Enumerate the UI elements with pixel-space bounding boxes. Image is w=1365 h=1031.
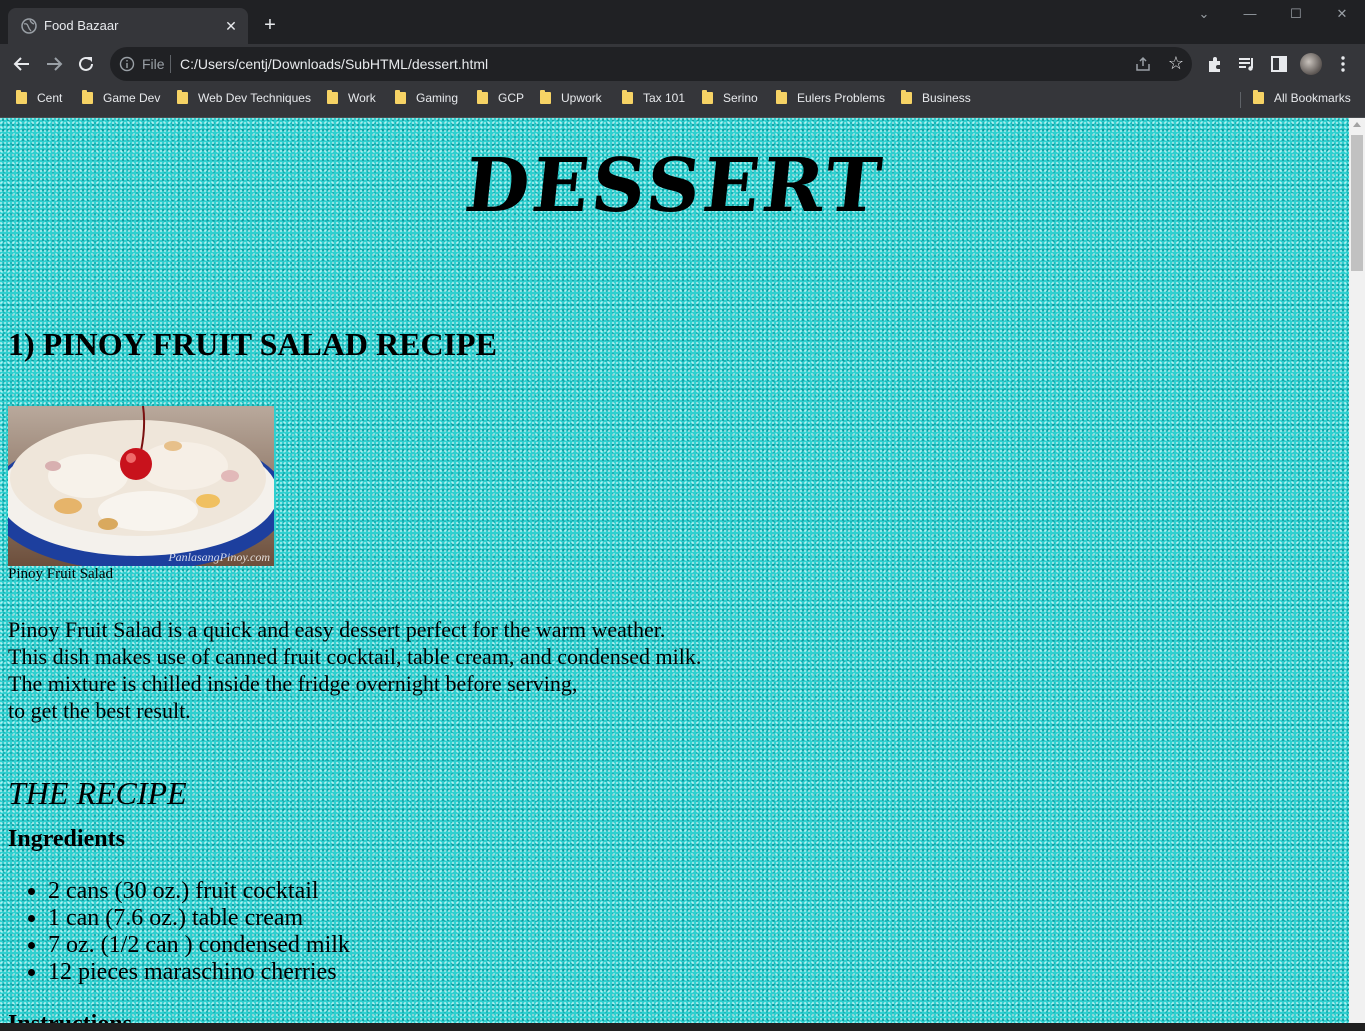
bookmark-eulers-problems[interactable]: Eulers Problems xyxy=(776,90,886,109)
recipe-figure: PanlasangPinoy.com Pinoy Fruit Salad xyxy=(8,406,274,582)
scroll-thumb[interactable] xyxy=(1351,135,1363,271)
bookmark-label: Business xyxy=(922,91,971,105)
minimize-button[interactable]: — xyxy=(1230,6,1270,26)
recipe-title: 1) PINOY FRUIT SALAD RECIPE xyxy=(8,326,497,362)
intro-line: The mixture is chilled inside the fridge… xyxy=(8,671,578,696)
folder-icon xyxy=(395,90,406,104)
bookmark-label: All Bookmarks xyxy=(1274,91,1351,105)
folder-icon xyxy=(82,90,93,104)
reload-icon xyxy=(79,56,93,71)
bookmark-label: GCP xyxy=(498,91,525,105)
url-text[interactable]: C:/Users/centj/Downloads/SubHTML/dessert… xyxy=(180,56,488,72)
browser-toolbar: File C:/Users/centj/Downloads/SubHTML/de… xyxy=(0,44,1365,84)
globe-icon xyxy=(21,18,37,34)
side-panel-icon[interactable] xyxy=(1269,54,1289,74)
folder-icon xyxy=(327,90,338,104)
maximize-button[interactable]: ☐ xyxy=(1276,6,1316,26)
bookmarks-divider xyxy=(1240,92,1241,108)
address-divider xyxy=(170,55,171,73)
bookmark-label: Cent xyxy=(37,91,63,105)
tab-strip: Food Bazaar ✕ + ⌄ — ☐ ✕ xyxy=(0,0,1365,44)
bookmark-cent[interactable]: Cent xyxy=(16,90,63,109)
list-item: 12 pieces maraschino cherries xyxy=(48,959,350,986)
os-taskbar xyxy=(0,1023,1365,1031)
scroll-up-arrow-icon[interactable] xyxy=(1353,122,1361,127)
folder-icon xyxy=(16,90,27,104)
bookmark-game-dev[interactable]: Game Dev xyxy=(82,90,161,109)
info-icon[interactable] xyxy=(119,56,135,72)
vertical-scrollbar[interactable] xyxy=(1349,118,1365,1023)
bookmark-web-dev-techniques[interactable]: Web Dev Techniques xyxy=(177,90,311,109)
page-viewport: DESSERT 1) PINOY FRUIT SALAD RECIPE Panl… xyxy=(0,118,1349,1023)
menu-kebab-icon[interactable] xyxy=(1333,54,1353,74)
bookmark-tax-101[interactable]: Tax 101 xyxy=(622,90,686,109)
bookmark-label: Serino xyxy=(723,91,758,105)
intro-line: to get the best result. xyxy=(8,698,191,723)
back-arrow-icon xyxy=(13,57,29,71)
ingredients-list: 2 cans (30 oz.) fruit cocktail 1 can (7.… xyxy=(8,878,350,986)
ingredients-heading: Ingredients xyxy=(8,826,125,852)
list-item: 7 oz. (1/2 can ) condensed milk xyxy=(48,932,350,959)
folder-icon xyxy=(901,90,912,104)
bookmark-label: Eulers Problems xyxy=(797,91,886,105)
folder-icon xyxy=(477,90,488,104)
image-caption: Pinoy Fruit Salad xyxy=(8,566,114,582)
folder-icon xyxy=(177,90,188,104)
fruit-salad-photo: PanlasangPinoy.com xyxy=(8,406,274,566)
folder-icon xyxy=(702,90,713,104)
intro-line: This dish makes use of canned fruit cock… xyxy=(8,644,702,669)
new-tab-button[interactable]: + xyxy=(258,14,282,38)
bookmark-label: Gaming xyxy=(416,91,459,105)
folder-icon xyxy=(776,90,787,104)
bookmark-label: Upwork xyxy=(561,91,602,105)
list-item: 2 cans (30 oz.) fruit cocktail xyxy=(48,878,350,905)
folder-icon xyxy=(540,90,551,104)
forward-button[interactable] xyxy=(42,52,66,76)
list-item: 1 can (7.6 oz.) table cream xyxy=(48,905,350,932)
extensions-puzzle-icon[interactable] xyxy=(1205,54,1225,74)
back-button[interactable] xyxy=(10,52,34,76)
folder-icon xyxy=(1253,90,1264,104)
bookmark-star-icon[interactable]: ☆ xyxy=(1168,53,1184,74)
reload-button[interactable] xyxy=(74,52,98,76)
url-scheme-label: File xyxy=(142,56,165,72)
photo-watermark: PanlasangPinoy.com xyxy=(168,550,270,564)
bookmark-label: Work xyxy=(348,91,376,105)
close-window-button[interactable]: ✕ xyxy=(1322,6,1362,26)
bookmark-gaming[interactable]: Gaming xyxy=(395,90,459,109)
tab-search-icon[interactable]: ⌄ xyxy=(1184,6,1224,26)
bookmark-serino[interactable]: Serino xyxy=(702,90,758,109)
share-icon[interactable] xyxy=(1134,55,1152,73)
bookmark-upwork[interactable]: Upwork xyxy=(540,90,602,109)
tab-title: Food Bazaar xyxy=(44,18,119,33)
forward-arrow-icon xyxy=(47,57,63,71)
recipe-intro: Pinoy Fruit Salad is a quick and easy de… xyxy=(8,616,701,724)
profile-avatar[interactable] xyxy=(1300,53,1322,75)
fruit-salad-illustration xyxy=(8,406,274,566)
instructions-heading: Instructions xyxy=(8,1011,132,1023)
all-bookmarks-button[interactable]: All Bookmarks xyxy=(1253,90,1351,109)
bookmark-label: Web Dev Techniques xyxy=(198,91,311,105)
bookmark-business[interactable]: Business xyxy=(901,90,971,109)
browser-tab[interactable]: Food Bazaar ✕ xyxy=(8,8,248,44)
intro-line: Pinoy Fruit Salad is a quick and easy de… xyxy=(8,617,666,642)
folder-icon xyxy=(622,90,633,104)
bookmark-label: Game Dev xyxy=(103,91,161,105)
bookmark-work[interactable]: Work xyxy=(327,90,376,109)
tab-close-icon[interactable]: ✕ xyxy=(222,17,240,35)
bookmarks-bar: Cent Game Dev Web Dev Techniques Work Ga… xyxy=(0,84,1365,118)
media-queue-icon[interactable] xyxy=(1237,54,1257,74)
recipe-subheading: THE RECIPE xyxy=(8,775,187,811)
address-bar[interactable]: File C:/Users/centj/Downloads/SubHTML/de… xyxy=(110,47,1192,81)
bookmark-label: Tax 101 xyxy=(643,91,686,105)
bookmark-gcp[interactable]: GCP xyxy=(477,90,525,109)
page-heading: DESSERT xyxy=(460,143,889,229)
